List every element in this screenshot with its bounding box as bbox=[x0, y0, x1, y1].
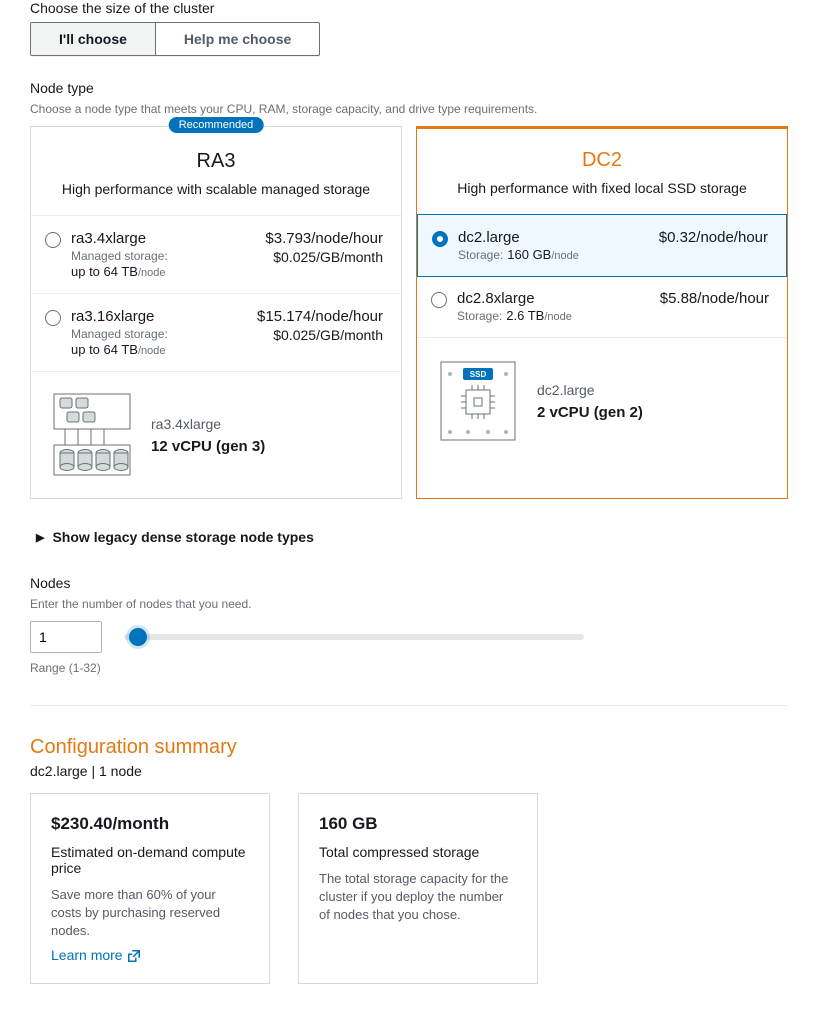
slider-thumb[interactable] bbox=[129, 628, 147, 646]
radio-unselected[interactable] bbox=[431, 292, 447, 308]
ssd-label: SSD bbox=[470, 370, 487, 379]
cost-amount: $230.40/month bbox=[51, 814, 249, 834]
dc2-column: DC2 High performance with fixed local SS… bbox=[416, 126, 788, 499]
option-name: ra3.16xlarge bbox=[71, 308, 247, 325]
cost-label: Estimated on-demand compute price bbox=[51, 844, 249, 876]
storage-value: 2.6 TB bbox=[506, 308, 544, 323]
radio-selected[interactable] bbox=[432, 231, 448, 247]
storage-value: up to 64 TB bbox=[71, 342, 138, 357]
storage-label: Managed storage: bbox=[71, 327, 168, 341]
cost-card: $230.40/month Estimated on-demand comput… bbox=[30, 793, 270, 984]
ra3-diagram-icon bbox=[49, 390, 135, 480]
storage-value: up to 64 TB bbox=[71, 264, 138, 279]
option-dc2-8xlarge[interactable]: dc2.8xlarge Storage: 2.6 TB/node $5.88/n… bbox=[417, 276, 787, 338]
option-price2: $0.025/GB/month bbox=[265, 249, 383, 265]
ill-choose-button[interactable]: I'll choose bbox=[31, 23, 155, 55]
legacy-toggle[interactable]: ▶ Show legacy dense storage node types bbox=[36, 529, 788, 545]
cluster-size-segmented: I'll choose Help me choose bbox=[30, 22, 320, 56]
storage-card: 160 GB Total compressed storage The tota… bbox=[298, 793, 538, 984]
ra3-title: RA3 bbox=[49, 150, 383, 173]
spec-name: ra3.4xlarge bbox=[151, 416, 265, 432]
nodes-range: Range (1-32) bbox=[30, 661, 788, 675]
storage-suffix: /node bbox=[138, 267, 166, 279]
storage-label: Managed storage: bbox=[71, 249, 168, 263]
nodes-slider[interactable] bbox=[124, 628, 584, 646]
nodes-input[interactable] bbox=[30, 621, 102, 653]
summary-subtitle: dc2.large | 1 node bbox=[30, 763, 788, 779]
legacy-toggle-label: Show legacy dense storage node types bbox=[52, 529, 313, 545]
storage-suffix: /node bbox=[551, 250, 579, 262]
option-price: $15.174/node/hour bbox=[257, 308, 383, 325]
storage-suffix: /node bbox=[544, 311, 572, 323]
option-price: $5.88/node/hour bbox=[660, 290, 769, 307]
dc2-subtitle: High performance with fixed local SSD st… bbox=[435, 180, 769, 196]
divider bbox=[30, 705, 788, 706]
cluster-size-label: Choose the size of the cluster bbox=[30, 0, 788, 16]
spec-cpu: 12 vCPU (gen 3) bbox=[151, 438, 265, 455]
dc2-diagram-icon: SSD bbox=[435, 356, 521, 446]
option-price: $3.793/node/hour bbox=[265, 230, 383, 247]
option-name: dc2.large bbox=[458, 229, 649, 246]
help-me-choose-button[interactable]: Help me choose bbox=[155, 23, 319, 55]
storage-label: Storage: bbox=[457, 309, 502, 323]
radio-unselected[interactable] bbox=[45, 232, 61, 248]
option-price: $0.32/node/hour bbox=[659, 229, 768, 246]
learn-more-link[interactable]: Learn more bbox=[51, 947, 141, 963]
storage-suffix: /node bbox=[138, 345, 166, 357]
dc2-title: DC2 bbox=[435, 149, 769, 172]
spec-name: dc2.large bbox=[537, 382, 643, 398]
radio-unselected[interactable] bbox=[45, 310, 61, 326]
cost-note: Save more than 60% of your costs by purc… bbox=[51, 886, 249, 941]
option-price2: $0.025/GB/month bbox=[257, 327, 383, 343]
storage-value: 160 GB bbox=[507, 247, 551, 262]
nodes-desc: Enter the number of nodes that you need. bbox=[30, 597, 788, 611]
option-name: ra3.4xlarge bbox=[71, 230, 255, 247]
recommended-badge: Recommended bbox=[169, 117, 264, 133]
storage-label: Storage: bbox=[458, 248, 503, 262]
slider-track bbox=[124, 634, 584, 640]
node-type-label: Node type bbox=[30, 80, 788, 96]
learn-more-text: Learn more bbox=[51, 947, 123, 963]
option-ra3-16xlarge[interactable]: ra3.16xlarge Managed storage: up to 64 T… bbox=[31, 294, 401, 372]
option-dc2-large[interactable]: dc2.large Storage: 160 GB/node $0.32/nod… bbox=[417, 214, 787, 277]
nodes-label: Nodes bbox=[30, 575, 788, 591]
spec-cpu: 2 vCPU (gen 2) bbox=[537, 404, 643, 421]
ra3-subtitle: High performance with scalable managed s… bbox=[49, 181, 383, 197]
node-type-desc: Choose a node type that meets your CPU, … bbox=[30, 102, 788, 116]
storage-label: Total compressed storage bbox=[319, 844, 517, 860]
storage-note: The total storage capacity for the clust… bbox=[319, 870, 517, 925]
option-ra3-4xlarge[interactable]: ra3.4xlarge Managed storage: up to 64 TB… bbox=[31, 216, 401, 294]
ra3-column: Recommended RA3 High performance with sc… bbox=[30, 126, 402, 499]
caret-right-icon: ▶ bbox=[36, 531, 44, 544]
external-link-icon bbox=[127, 947, 141, 963]
summary-title: Configuration summary bbox=[30, 736, 788, 759]
storage-amount: 160 GB bbox=[319, 814, 517, 834]
option-name: dc2.8xlarge bbox=[457, 290, 650, 307]
